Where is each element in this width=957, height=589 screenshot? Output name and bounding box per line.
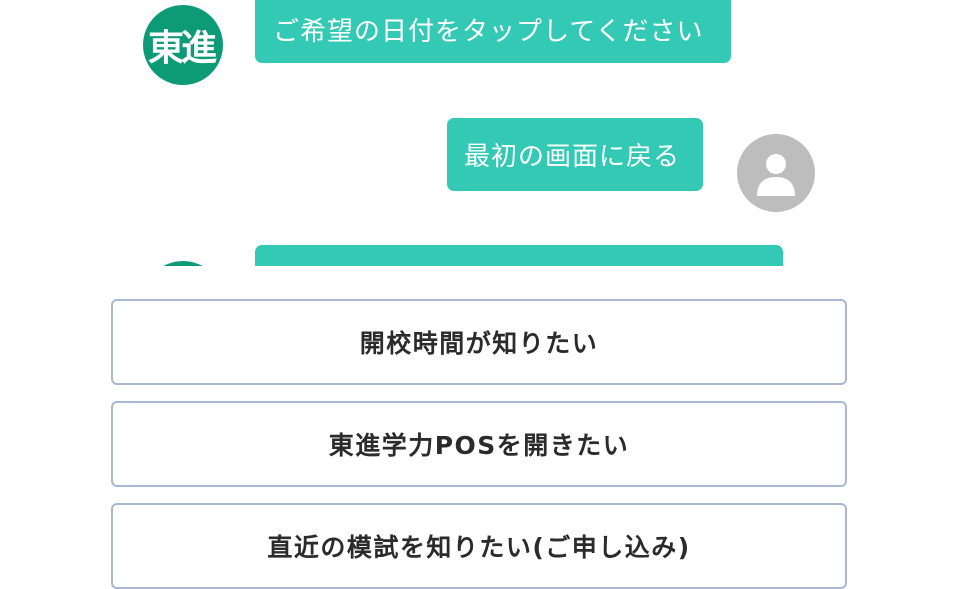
option-button-open-pos[interactable]: 東進学力POSを開きたい bbox=[111, 401, 847, 487]
user-avatar bbox=[737, 134, 815, 212]
option-label: 直近の模試を知りたい(ご申し込み) bbox=[267, 533, 691, 562]
bot-message-bubble bbox=[255, 245, 783, 266]
user-message-text: 最初の画面に戻る bbox=[464, 142, 681, 172]
bot-message-bubble: ご希望の日付をタップしてください bbox=[255, 0, 731, 63]
option-button-upcoming-exam[interactable]: 直近の模試を知りたい(ご申し込み) bbox=[111, 503, 847, 589]
quick-reply-options: 開校時間が知りたい 東進学力POSを開きたい 直近の模試を知りたい(ご申し込み) bbox=[0, 266, 957, 589]
chat-log: 東進 ご希望の日付をタップしてください 最初の画面に戻る 東進 bbox=[0, 0, 957, 266]
bot-avatar-logo: 東進 bbox=[143, 5, 223, 85]
bot-logo-text: 東進 bbox=[147, 28, 217, 69]
bot-message-text: ご希望の日付をタップしてください bbox=[273, 17, 704, 47]
user-silhouette-icon bbox=[757, 154, 795, 196]
option-label: 開校時間が知りたい bbox=[359, 329, 599, 358]
option-label: 東進学力POSを開きたい bbox=[328, 431, 630, 460]
user-message-bubble: 最初の画面に戻る bbox=[447, 118, 703, 191]
option-button-opening-hours[interactable]: 開校時間が知りたい bbox=[111, 299, 847, 385]
